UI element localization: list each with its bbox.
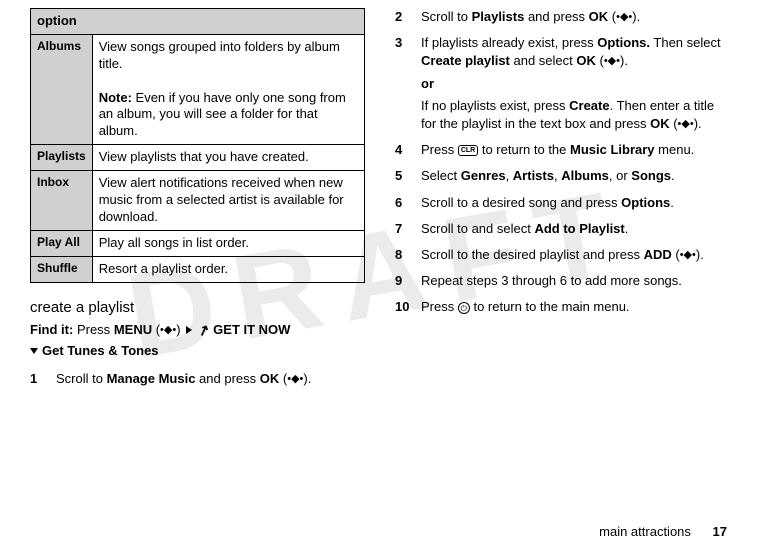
step-item: 5 Select Genres, Artists, Albums, or Son… xyxy=(395,167,727,185)
center-key-icon: •◆• xyxy=(287,372,303,387)
row-name: Play All xyxy=(31,230,93,256)
power-key-icon: ⏻ xyxy=(458,302,470,314)
step-item: 8 Scroll to the desired playlist and pre… xyxy=(395,246,727,264)
steps-right: 2 Scroll to Playlists and press OK (•◆•)… xyxy=(395,8,727,316)
step-item: 4 Press CLR to return to the Music Libra… xyxy=(395,141,727,159)
table-row: Playlists View playlists that you have c… xyxy=(31,145,365,171)
row-name: Inbox xyxy=(31,171,93,231)
row-desc: View alert notifications received when n… xyxy=(92,171,364,231)
clr-key-icon: CLR xyxy=(458,145,478,156)
down-arrow-icon xyxy=(30,348,38,354)
row-desc: Resort a playlist order. xyxy=(92,256,364,282)
steps-left: 1 Scroll to Manage Music and press OK (•… xyxy=(30,370,365,388)
row-desc: Play all songs in list order. xyxy=(92,230,364,256)
page-number: 17 xyxy=(713,524,727,539)
step-item: 10 Press ⏻ to return to the main menu. xyxy=(395,298,727,316)
center-key-icon: •◆• xyxy=(680,248,696,263)
or-label: or xyxy=(421,75,727,93)
center-key-icon: •◆• xyxy=(604,54,620,69)
step-item: 9 Repeat steps 3 through 6 to add more s… xyxy=(395,272,727,290)
table-row: Inbox View alert notifications received … xyxy=(31,171,365,231)
center-key-icon: •◆• xyxy=(678,117,694,132)
note-label: Note: xyxy=(99,90,132,105)
section-heading: create a playlist xyxy=(30,299,365,316)
row-name: Playlists xyxy=(31,145,93,171)
options-table: option Albums View songs grouped into fo… xyxy=(30,8,365,283)
page-content: option Albums View songs grouped into fo… xyxy=(0,0,757,404)
getitnow-icon: ↗ xyxy=(195,318,213,342)
find-it-line: Find it: Press MENU (•◆•) ↗ GET IT NOW G… xyxy=(30,320,365,361)
table-row: Albums View songs grouped into folders b… xyxy=(31,34,365,144)
row-desc: View songs grouped into folders by album… xyxy=(92,34,364,144)
step-item: 7 Scroll to and select Add to Playlist. xyxy=(395,220,727,238)
row-desc: View playlists that you have created. xyxy=(92,145,364,171)
footer-label: main attractions xyxy=(599,524,691,539)
step-item: 6 Scroll to a desired song and press Opt… xyxy=(395,194,727,212)
row-name: Shuffle xyxy=(31,256,93,282)
row-name: Albums xyxy=(31,34,93,144)
table-row: Play All Play all songs in list order. xyxy=(31,230,365,256)
step-item: 3 If playlists already exist, press Opti… xyxy=(395,34,727,133)
table-row: Shuffle Resort a playlist order. xyxy=(31,256,365,282)
table-header: option xyxy=(31,9,365,35)
right-arrow-icon xyxy=(186,326,192,334)
center-key-icon: •◆• xyxy=(160,322,176,339)
center-key-icon: •◆• xyxy=(616,10,632,25)
page-footer: main attractions 17 xyxy=(599,524,727,539)
left-column: option Albums View songs grouped into fo… xyxy=(30,8,365,396)
right-column: 2 Scroll to Playlists and press OK (•◆•)… xyxy=(395,8,727,396)
step-item: 1 Scroll to Manage Music and press OK (•… xyxy=(30,370,365,388)
step-item: 2 Scroll to Playlists and press OK (•◆•)… xyxy=(395,8,727,26)
